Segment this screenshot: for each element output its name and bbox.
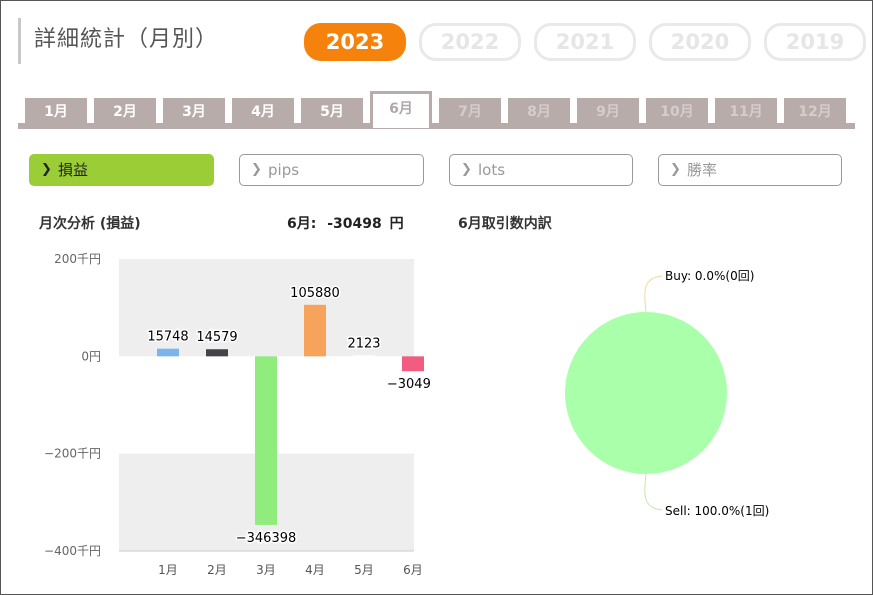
year-tab-2019[interactable]: 2019	[764, 23, 866, 61]
page-title-wrap: 詳細統計（月別）	[18, 18, 218, 64]
x-tick-label: 6月	[403, 563, 423, 577]
metric-label: 勝率	[687, 161, 718, 179]
x-tick-label: 4月	[305, 563, 325, 577]
pie-connector-buy	[644, 275, 663, 313]
year-tab-2021[interactable]: 2021	[534, 23, 636, 61]
x-tick-label: 3月	[256, 563, 276, 577]
monthly-analysis-title: 月次分析 (損益)	[39, 216, 141, 232]
chevron-right-icon: ❯	[41, 162, 52, 177]
summary-month: 6月:	[287, 216, 317, 232]
data-label: −346398	[236, 531, 297, 546]
month-tab-7[interactable]: 7月	[439, 98, 501, 129]
year-tab-2022[interactable]: 2022	[419, 23, 521, 61]
y-tick-label: 0円	[81, 349, 101, 363]
bar-3	[255, 356, 277, 525]
data-label: 105880	[290, 286, 340, 301]
metric-label: 損益	[58, 161, 89, 179]
data-label: 2123	[347, 336, 380, 351]
pie-label-sell: Sell: 100.0%(1回)	[665, 504, 769, 518]
data-label: −30498	[387, 377, 431, 392]
month-tab-6[interactable]: 6月	[370, 91, 432, 128]
y-tick-label: 200千円	[54, 252, 101, 266]
statistics-panel: 詳細統計（月別） 2023 2022 2021 2020 2019 1月 2月 …	[0, 0, 873, 595]
month-tab-1[interactable]: 1月	[25, 98, 87, 129]
metric-label: pips	[268, 161, 300, 179]
data-label: 15748	[147, 330, 188, 345]
metric-button-pips[interactable]: ❯ pips	[239, 154, 424, 186]
chevron-right-icon: ❯	[461, 162, 472, 177]
chevron-right-icon: ❯	[670, 162, 681, 177]
x-tick-label: 2月	[207, 563, 227, 577]
month-tab-10[interactable]: 10月	[646, 98, 708, 129]
metric-button-lots[interactable]: ❯ lots	[449, 154, 633, 186]
x-tick-label: 5月	[354, 563, 374, 577]
monthly-profit-bar-chart: 200千円 0円 −200千円 −400千円 15748 1月 14579 2月 −346398…	[44, 252, 431, 577]
month-summary: 6月: -30498 円	[287, 213, 404, 233]
bar-1	[157, 348, 179, 357]
bar-2	[206, 349, 228, 357]
pie-connector-sell	[644, 473, 663, 511]
chevron-right-icon: ❯	[251, 162, 262, 177]
year-tab-2023[interactable]: 2023	[304, 23, 406, 61]
month-tab-4[interactable]: 4月	[232, 98, 294, 129]
month-tab-11[interactable]: 11月	[715, 98, 777, 129]
trade-breakdown-pie-chart: Buy: 0.0%(0回) Sell: 100.0%(1回)	[565, 269, 769, 518]
metric-label: lots	[478, 161, 506, 179]
bar-6	[402, 356, 424, 372]
y-tick-label: −400千円	[44, 544, 101, 558]
month-tab-8[interactable]: 8月	[508, 98, 570, 129]
month-tab-2[interactable]: 2月	[94, 98, 156, 129]
bar-5	[353, 355, 375, 357]
x-tick-label: 1月	[158, 563, 178, 577]
month-tab-12[interactable]: 12月	[784, 98, 846, 129]
pie-label-buy: Buy: 0.0%(0回)	[665, 269, 754, 283]
year-selector: 2023 2022 2021 2020 2019	[304, 23, 866, 61]
metric-button-profit[interactable]: ❯ 損益	[29, 154, 214, 186]
month-tab-5[interactable]: 5月	[301, 98, 363, 129]
data-label: 14579	[196, 330, 237, 345]
year-tab-2020[interactable]: 2020	[649, 23, 751, 61]
month-tab-3[interactable]: 3月	[163, 98, 225, 129]
y-tick-label: −200千円	[44, 447, 101, 461]
month-tab-9[interactable]: 9月	[577, 98, 639, 129]
summary-unit: 円	[389, 216, 404, 232]
metric-button-winrate[interactable]: ❯ 勝率	[658, 154, 842, 186]
page-title: 詳細統計（月別）	[34, 27, 219, 52]
bar-4	[304, 304, 326, 357]
trade-breakdown-title: 6月取引数内訳	[458, 216, 552, 232]
pie-slice-2	[565, 312, 727, 474]
month-tabs: 1月 2月 3月 4月 5月 6月 7月 8月 9月 10月 11月 12月	[18, 91, 855, 129]
summary-value: -30498	[327, 216, 382, 232]
